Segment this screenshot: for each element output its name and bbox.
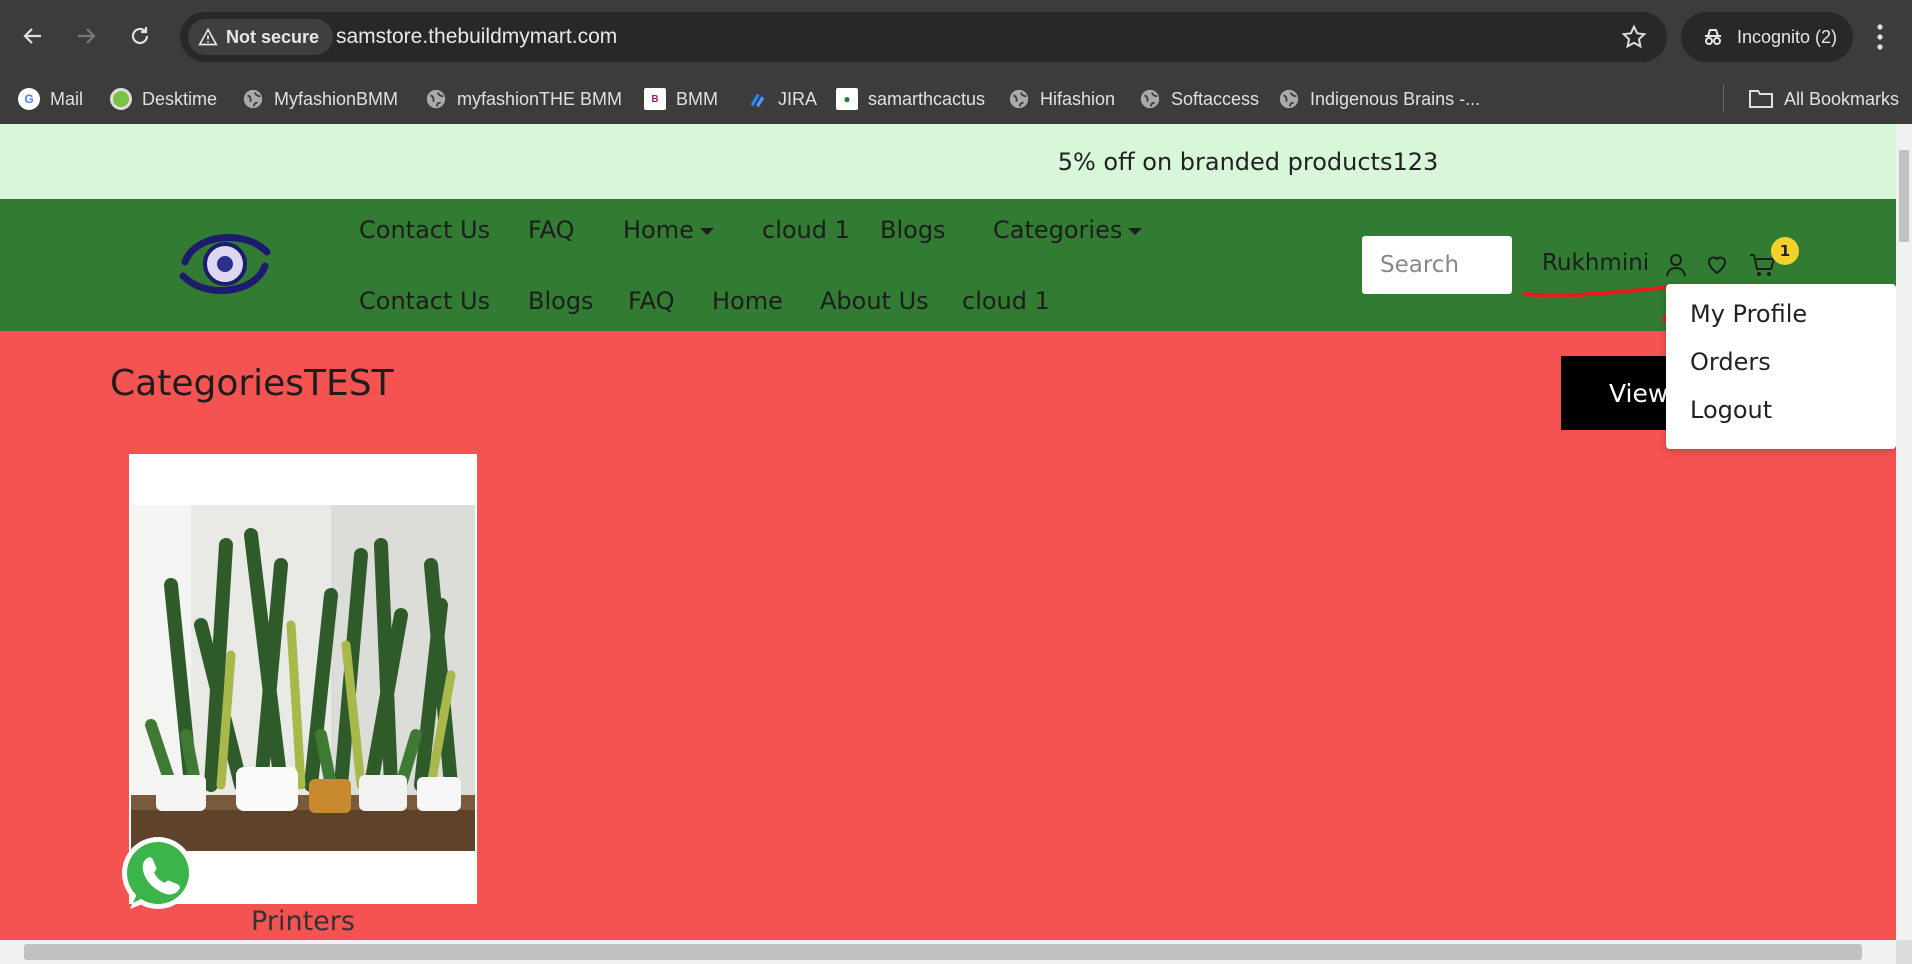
nav2-contact-us[interactable]: Contact Us [359,287,490,315]
nav-contact-us[interactable]: Contact Us [359,216,490,244]
bookmark-desktime[interactable]: Desktime [110,86,217,112]
bookmarks-divider [1723,84,1724,112]
all-bookmarks-label: All Bookmarks [1784,88,1900,109]
google-icon: G [18,88,40,110]
bookmarks-bar: G Mail Desktime MyfashionBMM myfashionTH… [0,74,1912,124]
back-button[interactable] [15,18,51,54]
bookmark-label: myfashionTHE BMM [457,88,623,109]
bookmark-myfashionbmm[interactable]: MyfashionBMM [242,86,398,112]
menu-my-profile[interactable]: My Profile [1690,300,1807,328]
nav2-faq[interactable]: FAQ [628,287,675,315]
folder-icon [1749,90,1773,108]
nav2-blogs[interactable]: Blogs [528,287,594,315]
search-input[interactable] [1362,236,1512,294]
globe-icon [243,89,263,109]
bookmark-myfashionthebmm[interactable]: myfashionTHE BMM [425,86,622,112]
menu-orders[interactable]: Orders [1690,348,1771,376]
incognito-label: Incognito (2) [1737,26,1838,47]
category-image[interactable] [131,505,475,851]
desktime-icon [110,88,132,110]
user-name[interactable]: Rukhmini [1542,250,1649,276]
reload-button[interactable] [122,18,158,54]
nav-home-label: Home [623,216,694,244]
vertical-scrollbar-thumb[interactable] [1899,150,1909,242]
site-logo[interactable] [175,224,275,304]
not-secure-chip[interactable]: Not secure [188,19,334,55]
more-vert-icon [1877,24,1883,50]
bmm-icon: B [644,88,666,110]
cactus-icon: ● [836,88,858,110]
heart-icon[interactable] [1705,252,1729,276]
nav2-about-us[interactable]: About Us [820,287,929,315]
arrow-left-icon [23,28,41,44]
red-underline-annotation [1522,284,1682,322]
address-bar[interactable]: Not secure samstore.thebuildmymart.com [180,12,1667,62]
cart-count-badge: 1 [1771,237,1799,265]
nav-faq[interactable]: FAQ [528,216,575,244]
nav2-cloud-1[interactable]: cloud 1 [962,287,1050,315]
bookmark-label: BMM [676,88,718,109]
bookmark-label: Indigenous Brains -... [1310,88,1481,109]
bookmark-label: Desktime [142,88,218,109]
caret-down-icon [699,227,714,235]
nav2-home[interactable]: Home [712,287,783,315]
incognito-icon [1705,29,1721,45]
globe-icon [1279,89,1299,109]
section-title: CategoriesTEST [110,363,394,404]
bookmark-samarthcactus[interactable]: ● samarthcactus [836,86,985,112]
bookmark-label: samarthcactus [868,88,986,109]
bookmark-softaccess[interactable]: Softaccess [1139,86,1259,112]
warning-icon [198,27,218,46]
whatsapp-icon[interactable] [116,833,200,917]
nav-blogs[interactable]: Blogs [880,216,946,244]
globe-icon [426,89,446,109]
menu-logout[interactable]: Logout [1690,396,1772,424]
bookmark-label: MyfashionBMM [274,88,399,109]
promo-banner: 5% off on branded products123 [0,124,1896,199]
nav-categories-label: Categories [993,216,1123,244]
bookmark-label: Hifashion [1040,88,1116,109]
nav-categories-dropdown[interactable]: Categories [993,216,1143,244]
vertical-scrollbar[interactable] [1896,124,1912,940]
user-icon[interactable] [1664,252,1688,278]
bookmark-indigenous-brains[interactable]: Indigenous Brains -... [1278,86,1480,112]
arrow-right-icon [78,28,96,44]
globe-icon [1140,89,1160,109]
promo-text: 5% off on branded products123 [1057,147,1439,176]
bookmark-label: JIRA [778,88,818,109]
bookmark-label: Mail [50,88,84,109]
url-text[interactable]: samstore.thebuildmymart.com [336,25,617,49]
bookmark-hifashion[interactable]: Hifashion [1008,86,1115,112]
globe-icon [1009,89,1029,109]
caret-down-icon [1128,227,1143,235]
nav-home-dropdown[interactable]: Home [623,216,714,244]
bookmark-bmm[interactable]: B BMM [644,86,718,112]
bookmark-label: Softaccess [1171,88,1260,109]
browser-toolbar: Not secure samstore.thebuildmymart.com I… [0,0,1912,74]
nav-cloud-1[interactable]: cloud 1 [762,216,850,244]
bookmark-jira[interactable]: JIRA [746,86,817,112]
forward-button[interactable] [68,18,104,54]
reload-icon [131,27,149,45]
browser-menu-button[interactable] [1874,22,1886,56]
incognito-button[interactable]: Incognito (2) [1681,12,1853,62]
bookmark-mail[interactable]: G Mail [18,86,83,112]
not-secure-label: Not secure [226,26,320,47]
user-dropdown-menu: My Profile Orders Logout [1666,284,1896,449]
star-icon [1621,24,1647,49]
all-bookmarks-button[interactable]: All Bookmarks [1748,86,1899,112]
bookmark-star-button[interactable] [1621,24,1647,54]
jira-icon [750,93,765,108]
horizontal-scrollbar-thumb[interactable] [24,944,1862,960]
scrollbar-corner [1896,940,1912,964]
